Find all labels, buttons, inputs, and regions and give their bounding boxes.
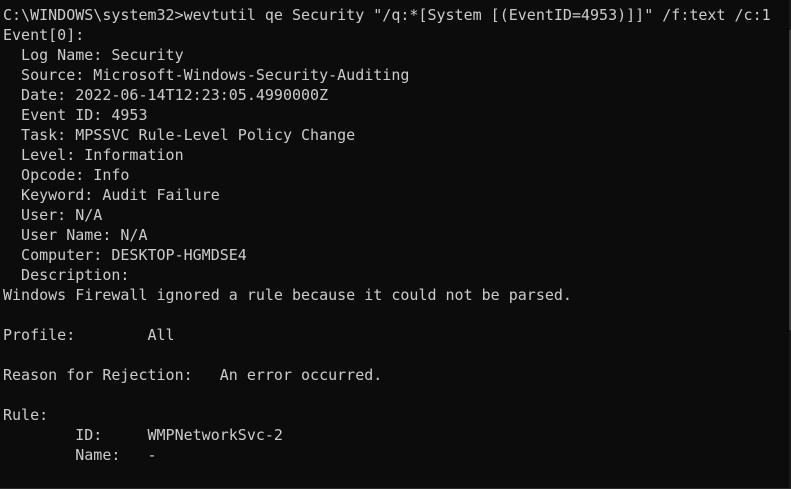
output-rule-label: Rule:: [3, 406, 49, 424]
output-blank-line: [3, 385, 791, 405]
output-source: Source: Microsoft-Windows-Security-Audit…: [3, 66, 410, 84]
output-date: Date: 2022-06-14T12:23:05.4990000Z: [3, 86, 329, 104]
output-description-text: Windows Firewall ignored a rule because …: [3, 286, 572, 304]
command-line: C:\WINDOWS\system32>wevtutil qe Security…: [3, 5, 791, 25]
output-user-name: User Name: N/A: [3, 226, 148, 244]
command-text: wevtutil qe Security "/q:*[System [(Even…: [183, 6, 771, 24]
output-opcode: Opcode: Info: [3, 166, 130, 184]
output-event-id: Event ID: 4953: [3, 106, 148, 124]
output-profile: Profile: All: [3, 326, 175, 344]
console-window[interactable]: C:\WINDOWS\system32>wevtutil qe Security…: [0, 0, 791, 489]
output-user: User: N/A: [3, 206, 103, 224]
output-reason: Reason for Rejection: An error occurred.: [3, 366, 383, 384]
prompt: C:\WINDOWS\system32>: [3, 6, 184, 24]
output-blank-line: [3, 305, 791, 325]
output-description-label: Description:: [3, 266, 130, 284]
output-log-name: Log Name: Security: [3, 46, 184, 64]
output-level: Level: Information: [3, 146, 184, 164]
output-keyword: Keyword: Audit Failure: [3, 186, 220, 204]
output-task: Task: MPSSVC Rule-Level Policy Change: [3, 126, 356, 144]
output-rule-id: ID: WMPNetworkSvc-2: [3, 426, 283, 444]
output-event-header: Event[0]:: [3, 26, 85, 44]
output-rule-name: Name: -: [3, 446, 157, 464]
output-computer: Computer: DESKTOP-HGMDSE4: [3, 246, 247, 264]
output-blank-line: [3, 345, 791, 365]
